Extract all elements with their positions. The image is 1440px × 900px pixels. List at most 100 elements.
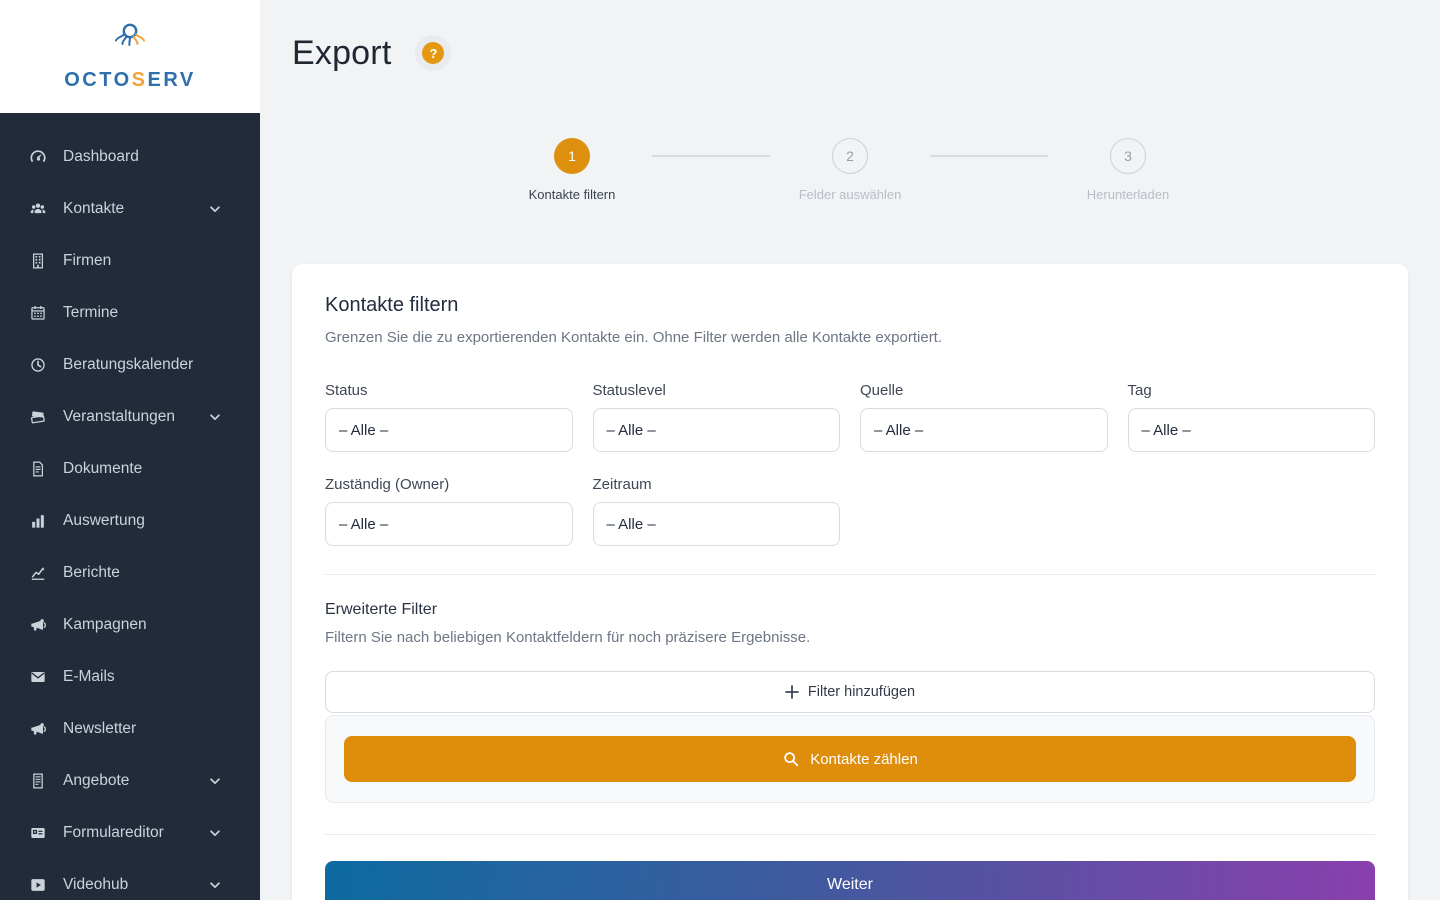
chevron-down-icon bbox=[208, 202, 222, 216]
envelope-icon bbox=[28, 667, 48, 687]
building-icon bbox=[28, 251, 48, 271]
field-zeitraum: Zeitraum – Alle – bbox=[592, 476, 840, 546]
stepper: 1 Kontakte filtern 2 Felder auswählen 3 … bbox=[292, 138, 1408, 202]
sidebar-item-label: Formulareditor bbox=[63, 824, 164, 841]
status-select[interactable]: – Alle – bbox=[325, 408, 573, 452]
invoice-icon bbox=[28, 771, 48, 791]
field-label: Zeitraum bbox=[592, 476, 652, 493]
step-number: 2 bbox=[832, 138, 868, 174]
search-icon bbox=[782, 750, 800, 768]
sidebar-item-label: Veranstaltungen bbox=[63, 408, 176, 425]
main-content: Export ? 1 Kontakte filtern 2 Felder aus… bbox=[260, 0, 1440, 900]
clock-icon bbox=[28, 355, 48, 375]
field-label: Status bbox=[325, 382, 368, 399]
brand-name: OCTOSERV bbox=[64, 69, 196, 91]
sidebar-item-videohub[interactable]: Videohub bbox=[0, 859, 260, 900]
sidebar-item-emails[interactable]: E-Mails bbox=[0, 651, 260, 703]
step-number: 1 bbox=[554, 138, 590, 174]
help-button[interactable]: ? bbox=[415, 35, 452, 71]
field-statuslevel: Statuslevel – Alle – bbox=[592, 382, 840, 452]
advanced-filter-title: Erweiterte Filter bbox=[325, 601, 438, 618]
sidebar-item-label: Berichte bbox=[63, 564, 120, 581]
chevron-down-icon bbox=[208, 410, 222, 424]
field-label: Tag bbox=[1127, 382, 1152, 399]
sidebar-item-label: Angebote bbox=[63, 772, 130, 789]
sidebar-item-kampagnen[interactable]: Kampagnen bbox=[0, 599, 260, 651]
card-title: Kontakte filtern bbox=[325, 294, 459, 316]
quelle-select[interactable]: – Alle – bbox=[860, 408, 1108, 452]
bar-chart-icon bbox=[28, 511, 48, 531]
sidebar-item-label: Kontakte bbox=[63, 200, 125, 217]
sidebar-item-berichte[interactable]: Berichte bbox=[0, 547, 260, 599]
calendar-icon bbox=[28, 303, 48, 323]
add-filter-button[interactable]: Filter hinzufügen bbox=[325, 671, 1375, 713]
megaphone-icon bbox=[28, 719, 48, 739]
sidebar-item-angebote[interactable]: Angebote bbox=[0, 755, 260, 807]
question-mark-icon: ? bbox=[422, 42, 445, 64]
brand-logo[interactable]: OCTOSERV bbox=[0, 0, 260, 113]
field-label: Quelle bbox=[860, 382, 904, 399]
sidebar-item-label: Beratungskalender bbox=[63, 356, 194, 373]
stepper-step-1: 1 Kontakte filtern bbox=[492, 138, 652, 202]
filter-grid: Status – Alle – Statuslevel – Alle – Que… bbox=[325, 382, 1375, 546]
sidebar-item-label: Firmen bbox=[63, 252, 112, 269]
sidebar-item-label: Auswertung bbox=[63, 512, 145, 529]
tickets-icon bbox=[28, 407, 48, 427]
sidebar-item-label: Dashboard bbox=[63, 148, 139, 165]
stepper-step-2: 2 Felder auswählen bbox=[770, 138, 930, 202]
next-button[interactable]: Weiter bbox=[325, 861, 1375, 900]
step-label: Felder auswählen bbox=[798, 187, 902, 202]
sidebar-item-beratungskalender[interactable]: Beratungskalender bbox=[0, 339, 260, 391]
advanced-filter-subtitle: Filtern Sie nach beliebigen Kontaktfelde… bbox=[325, 629, 811, 646]
chevron-down-icon bbox=[208, 774, 222, 788]
sidebar-item-firmen[interactable]: Firmen bbox=[0, 235, 260, 287]
sidebar-item-label: Newsletter bbox=[63, 720, 137, 737]
chevron-down-icon bbox=[208, 878, 222, 892]
field-label: Zuständig (Owner) bbox=[325, 476, 450, 493]
stepper-connector bbox=[930, 155, 1048, 157]
add-filter-label: Filter hinzufügen bbox=[807, 684, 916, 700]
section-divider bbox=[325, 834, 1375, 835]
octopus-icon bbox=[108, 21, 152, 66]
count-panel: Kontakte zählen bbox=[325, 715, 1375, 803]
sidebar-item-kontakte[interactable]: Kontakte bbox=[0, 183, 260, 235]
field-status: Status – Alle – bbox=[325, 382, 573, 452]
step-number: 3 bbox=[1110, 138, 1146, 174]
step-label: Herunterladen bbox=[1086, 187, 1170, 202]
filter-card: Kontakte filtern Grenzen Sie die zu expo… bbox=[292, 264, 1408, 900]
page-header: Export ? bbox=[292, 32, 1408, 74]
section-divider bbox=[325, 574, 1375, 575]
zeitraum-select[interactable]: – Alle – bbox=[592, 502, 840, 546]
sidebar-item-label: Videohub bbox=[63, 876, 129, 893]
gauge-icon bbox=[28, 147, 48, 167]
page-title: Export bbox=[292, 33, 392, 72]
tag-select[interactable]: – Alle – bbox=[1127, 408, 1375, 452]
field-owner: Zuständig (Owner) – Alle – bbox=[325, 476, 573, 546]
field-label: Statuslevel bbox=[592, 382, 666, 399]
card-subtitle: Grenzen Sie die zu exportierenden Kontak… bbox=[325, 329, 943, 346]
sidebar-item-veranstaltungen[interactable]: Veranstaltungen bbox=[0, 391, 260, 443]
count-contacts-button[interactable]: Kontakte zählen bbox=[344, 736, 1356, 782]
stepper-step-3: 3 Herunterladen bbox=[1048, 138, 1208, 202]
sidebar-item-dokumente[interactable]: Dokumente bbox=[0, 443, 260, 495]
sidebar-item-label: Termine bbox=[63, 304, 119, 321]
megaphone-icon bbox=[28, 615, 48, 635]
sidebar-item-formulareditor[interactable]: Formulareditor bbox=[0, 807, 260, 859]
step-label: Kontakte filtern bbox=[528, 187, 616, 202]
sidebar-item-newsletter[interactable]: Newsletter bbox=[0, 703, 260, 755]
sidebar-item-label: Dokumente bbox=[63, 460, 143, 477]
sidebar-item-label: E-Mails bbox=[63, 668, 115, 685]
sidebar-item-dashboard[interactable]: Dashboard bbox=[0, 131, 260, 183]
owner-select[interactable]: – Alle – bbox=[325, 502, 573, 546]
plus-icon bbox=[784, 685, 799, 699]
play-icon bbox=[28, 875, 48, 895]
field-quelle: Quelle – Alle – bbox=[860, 382, 1108, 452]
count-contacts-label: Kontakte zählen bbox=[810, 750, 918, 768]
sidebar-item-termine[interactable]: Termine bbox=[0, 287, 260, 339]
people-icon bbox=[28, 199, 48, 219]
sidebar-nav: Dashboard Kontakte Firmen Termine Beratu… bbox=[0, 113, 260, 900]
sidebar-item-auswertung[interactable]: Auswertung bbox=[0, 495, 260, 547]
sidebar: OCTOSERV Dashboard Kontakte Firmen Termi… bbox=[0, 0, 260, 900]
statuslevel-select[interactable]: – Alle – bbox=[592, 408, 840, 452]
sidebar-item-label: Kampagnen bbox=[63, 616, 147, 633]
